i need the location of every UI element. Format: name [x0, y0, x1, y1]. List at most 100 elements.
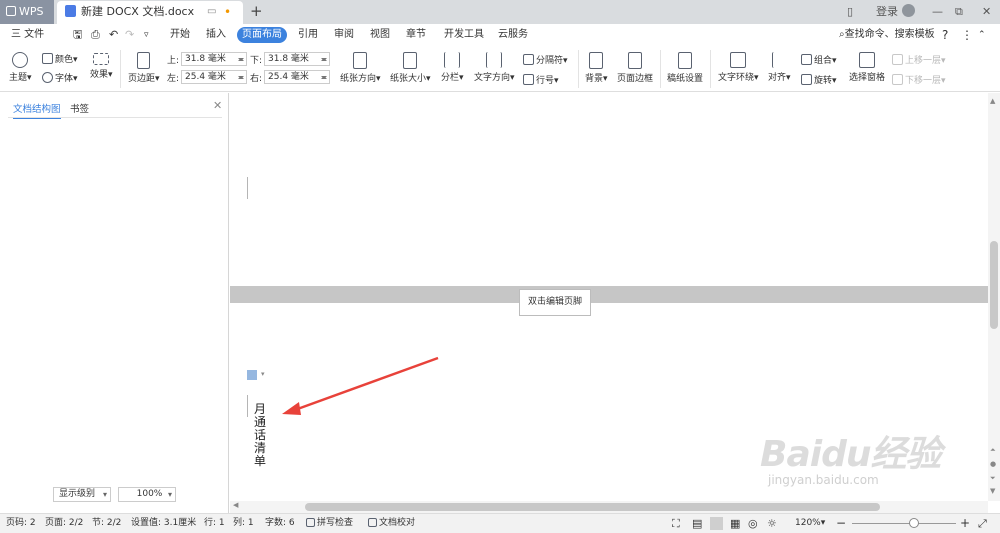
group-button[interactable]: 组合▾ [801, 53, 837, 66]
draft-setting-button[interactable]: 稿纸设置 [667, 52, 703, 84]
docx-file-icon [65, 5, 76, 17]
login-button[interactable]: 登录 [876, 0, 915, 24]
help-button[interactable]: ? [937, 27, 953, 43]
background-button[interactable]: 背景▾ [585, 52, 608, 84]
tab-chapter[interactable]: 章节 [401, 27, 431, 43]
paper-size-button[interactable]: 纸张大小▾ [390, 52, 431, 84]
file-menu-button[interactable]: 三 文件 [6, 27, 49, 43]
ribbon-tabs: 三 文件 🖫 ⎙ ↶ ↷ ▿ 开始 插入 页面布局 引用 审阅 视图 章节 开发… [0, 24, 1000, 46]
line-number-button[interactable]: 行号▾ [523, 73, 559, 86]
bring-forward-icon [892, 54, 903, 65]
browse-object-icon[interactable]: ● [990, 460, 996, 468]
status-row[interactable]: 行: 1 [204, 514, 225, 533]
page-border-button[interactable]: 页面边框 [617, 52, 653, 84]
tab-references[interactable]: 引用 [293, 27, 323, 43]
page-margin-label: 页边距 [128, 74, 156, 84]
separator-button[interactable]: 分隔符▾ [523, 53, 568, 66]
orientation-button[interactable]: 纸张方向▾ [340, 52, 381, 84]
status-column[interactable]: 列: 1 [233, 514, 254, 533]
status-word-count[interactable]: 字数: 6 [265, 514, 295, 533]
fit-window-icon[interactable]: ⤢ [978, 514, 987, 533]
next-page-icon[interactable]: ⏷ [990, 474, 996, 483]
paper-size-icon [403, 52, 418, 69]
tab-review[interactable]: 审阅 [329, 27, 359, 43]
spell-check-button[interactable]: 拼写检查 [306, 514, 353, 533]
columns-icon [444, 52, 461, 68]
command-search[interactable]: ⌕查找命令、搜索模板 [834, 27, 940, 43]
align-button[interactable]: 对齐▾ [768, 52, 791, 83]
vertical-scroll-thumb[interactable] [990, 241, 998, 329]
zoom-slider-track[interactable] [852, 523, 956, 524]
theme-button[interactable]: 主题▾ [9, 52, 32, 83]
send-backward-button[interactable]: 下移一层▾ [892, 73, 946, 86]
outline-view-icon[interactable]: ▦ [730, 514, 740, 533]
tab-bookmark[interactable]: 书签 [70, 101, 89, 115]
text-wrap-button[interactable]: 文字环绕▾ [718, 52, 759, 83]
reading-mode-icon[interactable]: ☼ [767, 514, 777, 533]
zoom-slider-knob[interactable] [909, 518, 920, 528]
phone-icon[interactable]: ▯ [847, 0, 853, 24]
top-margin-input[interactable]: 31.8 毫米 [181, 52, 247, 66]
left-margin-input[interactable]: 25.4 毫米 [181, 70, 247, 84]
scroll-up-icon[interactable]: ▲ [990, 97, 995, 105]
new-tab-button[interactable]: + [250, 2, 263, 20]
bring-forward-button[interactable]: 上移一层▾ [892, 53, 946, 66]
tab-view[interactable]: 视图 [365, 27, 395, 43]
status-page-number[interactable]: 页码: 2 [6, 514, 36, 533]
text-direction-button[interactable]: 文字方向▾ [474, 52, 515, 83]
status-setting-value[interactable]: 设置值: 3.1厘米 [131, 514, 196, 533]
zoom-in-button[interactable]: + [960, 514, 970, 533]
select-pane-button[interactable]: 选择窗格 [849, 52, 885, 83]
monitor-icon[interactable]: ▭ [207, 1, 216, 23]
print-layout-view-icon[interactable] [710, 517, 723, 530]
save-icon[interactable]: 🖫 [68, 27, 87, 43]
scroll-left-icon[interactable]: ◀ [233, 501, 238, 509]
redo-icon[interactable]: ↷ [120, 27, 139, 43]
status-section[interactable]: 节: 2/2 [92, 514, 121, 533]
font-button[interactable]: 字体▾ [42, 71, 78, 84]
horizontal-scroll-thumb[interactable] [305, 503, 880, 511]
tab-developer[interactable]: 开发工具 [439, 27, 489, 43]
top-margin-label: 上: [167, 56, 180, 66]
doc-proof-button[interactable]: 文档校对 [368, 514, 415, 533]
close-panel-icon[interactable]: ✕ [213, 99, 222, 112]
zoom-value-select[interactable]: 120%▾ [795, 514, 825, 533]
columns-button[interactable]: 分栏▾ [441, 52, 464, 83]
wps-app-tab[interactable]: WPS [0, 0, 54, 24]
right-margin-input[interactable]: 25.4 毫米 [264, 70, 330, 84]
print-icon[interactable]: ⎙ [86, 27, 105, 43]
background-icon [589, 52, 604, 69]
tab-start[interactable]: 开始 [165, 27, 195, 43]
status-pages[interactable]: 页面: 2/2 [45, 514, 83, 533]
spell-check-icon [306, 518, 315, 527]
panel-zoom-select[interactable]: 100% [118, 487, 176, 502]
fullscreen-icon[interactable]: ⛶ [672, 514, 680, 533]
quick-access-more-icon[interactable]: ▿ [139, 27, 154, 43]
spell-check-label: 拼写检查 [317, 518, 354, 528]
color-button[interactable]: 颜色▾ [42, 52, 78, 65]
horizontal-scrollbar[interactable]: ◀ [230, 501, 988, 513]
baidu-watermark: Baidu经验 [760, 434, 941, 475]
collapse-ribbon-icon[interactable]: ⌃ [973, 27, 991, 43]
zoom-out-button[interactable]: − [836, 514, 846, 533]
rotate-button[interactable]: 旋转▾ [801, 73, 837, 86]
restore-button[interactable]: ⧉ [955, 0, 963, 24]
page-margin-button[interactable]: 页边距▾ [128, 52, 160, 84]
effect-button[interactable]: 效果▾ [90, 53, 113, 80]
text-direction-icon [486, 52, 503, 68]
ribbon-toolbar: 主题▾ 颜色▾ 字体▾ 效果▾ 页边距▾ 上: 31.8 毫米 下: 31.8 … [0, 46, 1000, 92]
tab-insert[interactable]: 插入 [201, 27, 231, 43]
tab-page-layout[interactable]: 页面布局 [237, 27, 287, 43]
tab-cloud[interactable]: 云服务 [493, 27, 533, 43]
bottom-margin-input[interactable]: 31.8 毫米 [264, 52, 330, 66]
web-view-icon[interactable]: ◎ [748, 514, 758, 533]
document-tab[interactable]: 新建 DOCX 文档.docx ▭ • [57, 1, 243, 24]
text-direction-label: 文字方向 [474, 73, 511, 83]
close-window-button[interactable]: ✕ [982, 0, 991, 24]
page-view-icon[interactable]: ▤ [692, 514, 702, 533]
vertical-scrollbar[interactable]: ▲ ⏶ ● ⏷ ▼ [988, 93, 1000, 501]
prev-page-icon[interactable]: ⏶ [990, 446, 996, 455]
scroll-down-icon[interactable]: ▼ [990, 487, 995, 495]
display-level-select[interactable]: 显示级别 [53, 487, 111, 502]
minimize-button[interactable]: — [932, 0, 943, 24]
